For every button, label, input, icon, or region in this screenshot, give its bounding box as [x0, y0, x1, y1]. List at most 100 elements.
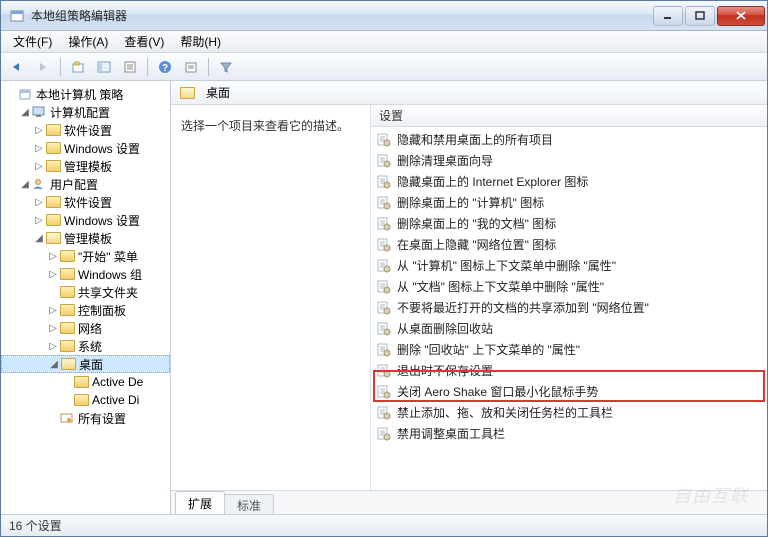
close-button[interactable] [717, 6, 765, 26]
folder-icon [73, 375, 89, 389]
expander-icon[interactable]: ▷ [47, 251, 59, 262]
list-item[interactable]: 删除桌面上的 "我的文档" 图标 [371, 213, 767, 234]
expander-icon[interactable]: ▷ [33, 161, 45, 172]
tree-comp-templates[interactable]: ▷ 管理模板 [1, 157, 170, 175]
setting-label: 退出时不保存设置 [397, 362, 493, 379]
expander-icon[interactable]: ◢ [19, 179, 31, 190]
list-item[interactable]: 关闭 Aero Shake 窗口最小化鼠标手势 [371, 381, 767, 402]
tree-user-config[interactable]: ◢用户配置 [1, 175, 170, 193]
tree-root[interactable]: 本地计算机 策略 [1, 85, 170, 103]
menu-action[interactable]: 操作(A) [60, 31, 116, 52]
back-button[interactable] [5, 56, 29, 78]
minimize-button[interactable] [653, 6, 683, 26]
tree-active-desktop[interactable]: Active De [1, 373, 170, 391]
tree-user-windows[interactable]: ▷ Windows 设置 [1, 211, 170, 229]
list-item[interactable]: 在桌面上隐藏 "网络位置" 图标 [371, 234, 767, 255]
tree-label: 系统 [78, 338, 102, 355]
folder-icon [59, 285, 75, 299]
tree-label: Active De [92, 375, 143, 389]
expander-icon[interactable]: ▷ [33, 197, 45, 208]
tree-desktop[interactable]: ◢ 桌面 [1, 355, 170, 373]
list-item[interactable]: 退出时不保存设置 [371, 360, 767, 381]
expander-icon[interactable]: ▷ [47, 341, 59, 352]
tree-control-panel[interactable]: ▷控制面板 [1, 301, 170, 319]
export-button[interactable] [179, 56, 203, 78]
tree-user-templates[interactable]: ◢管理模板 [1, 229, 170, 247]
folder-icon [179, 86, 195, 100]
tree-system[interactable]: ▷ 系统 [1, 337, 170, 355]
settings-list[interactable]: 隐藏和禁用桌面上的所有项目删除清理桌面向导隐藏桌面上的 Internet Exp… [371, 127, 767, 490]
list-item[interactable]: 隐藏和禁用桌面上的所有项目 [371, 129, 767, 150]
tree-all-settings[interactable]: 所有设置 [1, 409, 170, 427]
tree-label: 桌面 [79, 356, 103, 373]
list-item[interactable]: 不要将最近打开的文档的共享添加到 "网络位置" [371, 297, 767, 318]
tree-label: 网络 [78, 320, 102, 337]
menu-view[interactable]: 查看(V) [116, 31, 172, 52]
tree-shared-folders[interactable]: 共享文件夹 [1, 283, 170, 301]
maximize-button[interactable] [685, 6, 715, 26]
setting-label: 禁止添加、拖、放和关闭任务栏的工具栏 [397, 404, 613, 421]
computer-icon [31, 105, 47, 119]
setting-icon [377, 427, 391, 441]
setting-label: 删除桌面上的 "我的文档" 图标 [397, 215, 556, 232]
setting-label: 隐藏桌面上的 Internet Explorer 图标 [397, 173, 588, 190]
up-button[interactable] [66, 56, 90, 78]
list-item[interactable]: 禁用调整桌面工具栏 [371, 423, 767, 444]
user-icon [31, 177, 47, 191]
expander-icon[interactable]: ▷ [47, 305, 59, 316]
list-item[interactable]: 从桌面删除回收站 [371, 318, 767, 339]
expander-icon[interactable]: ◢ [33, 233, 45, 244]
list-item[interactable]: 从 "计算机" 图标上下文菜单中删除 "属性" [371, 255, 767, 276]
help-button[interactable]: ? [153, 56, 177, 78]
app-icon [9, 8, 25, 24]
tree-startmenu[interactable]: ▷"开始" 菜单 [1, 247, 170, 265]
setting-label: 隐藏和禁用桌面上的所有项目 [397, 131, 553, 148]
expander-icon[interactable]: ◢ [19, 107, 31, 118]
expander-icon[interactable]: ▷ [33, 125, 45, 136]
app-window: 本地组策略编辑器 文件(F) 操作(A) 查看(V) 帮助(H) ? 本地计算机… [0, 0, 768, 537]
tree-comp-software[interactable]: ▷软件设置 [1, 121, 170, 139]
setting-label: 不要将最近打开的文档的共享添加到 "网络位置" [397, 299, 649, 316]
tab-standard[interactable]: 标准 [224, 494, 274, 514]
filter-button[interactable] [214, 56, 238, 78]
setting-icon [377, 385, 391, 399]
expander-icon[interactable]: ▷ [47, 323, 59, 334]
tree-user-software[interactable]: ▷软件设置 [1, 193, 170, 211]
forward-button[interactable] [31, 56, 55, 78]
tree-network[interactable]: ▷ 网络 [1, 319, 170, 337]
tab-extended[interactable]: 扩展 [175, 491, 225, 514]
properties-button[interactable] [118, 56, 142, 78]
setting-icon [377, 322, 391, 336]
expander-icon[interactable]: ▷ [33, 215, 45, 226]
folder-icon [45, 123, 61, 137]
setting-icon [377, 364, 391, 378]
column-header-setting[interactable]: 设置 [371, 105, 767, 127]
tree-comp-windows[interactable]: ▷Windows 设置 [1, 139, 170, 157]
expander-icon[interactable]: ▷ [47, 269, 59, 280]
tree-label: Windows 设置 [64, 212, 140, 229]
setting-label: 禁用调整桌面工具栏 [397, 425, 505, 442]
list-item[interactable]: 禁止添加、拖、放和关闭任务栏的工具栏 [371, 402, 767, 423]
list-item[interactable]: 删除 "回收站" 上下文菜单的 "属性" [371, 339, 767, 360]
setting-icon [377, 406, 391, 420]
list-item[interactable]: 从 "文档" 图标上下文菜单中删除 "属性" [371, 276, 767, 297]
menu-file[interactable]: 文件(F) [5, 31, 60, 52]
expander-icon[interactable]: ▷ [33, 143, 45, 154]
tree-active-directory[interactable]: Active Di [1, 391, 170, 409]
tree-pane[interactable]: 本地计算机 策略◢计算机配置▷软件设置▷Windows 设置▷管理模板◢用户配置… [1, 81, 171, 514]
tree-computer-config[interactable]: ◢计算机配置 [1, 103, 170, 121]
folder-icon [73, 393, 89, 407]
tree-label: 管理模板 [64, 158, 112, 175]
content-header: 桌面 [171, 81, 767, 105]
list-item[interactable]: 删除清理桌面向导 [371, 150, 767, 171]
expander-icon[interactable]: ◢ [48, 359, 60, 370]
tree-wincomponents[interactable]: ▷Windows 组 [1, 265, 170, 283]
menu-help[interactable]: 帮助(H) [172, 31, 229, 52]
folder-icon [45, 159, 61, 173]
list-item[interactable]: 删除桌面上的 "计算机" 图标 [371, 192, 767, 213]
show-hide-tree-button[interactable] [92, 56, 116, 78]
setting-icon [377, 238, 391, 252]
setting-label: 删除桌面上的 "计算机" 图标 [397, 194, 544, 211]
folder-open-icon [45, 231, 61, 245]
list-item[interactable]: 隐藏桌面上的 Internet Explorer 图标 [371, 171, 767, 192]
